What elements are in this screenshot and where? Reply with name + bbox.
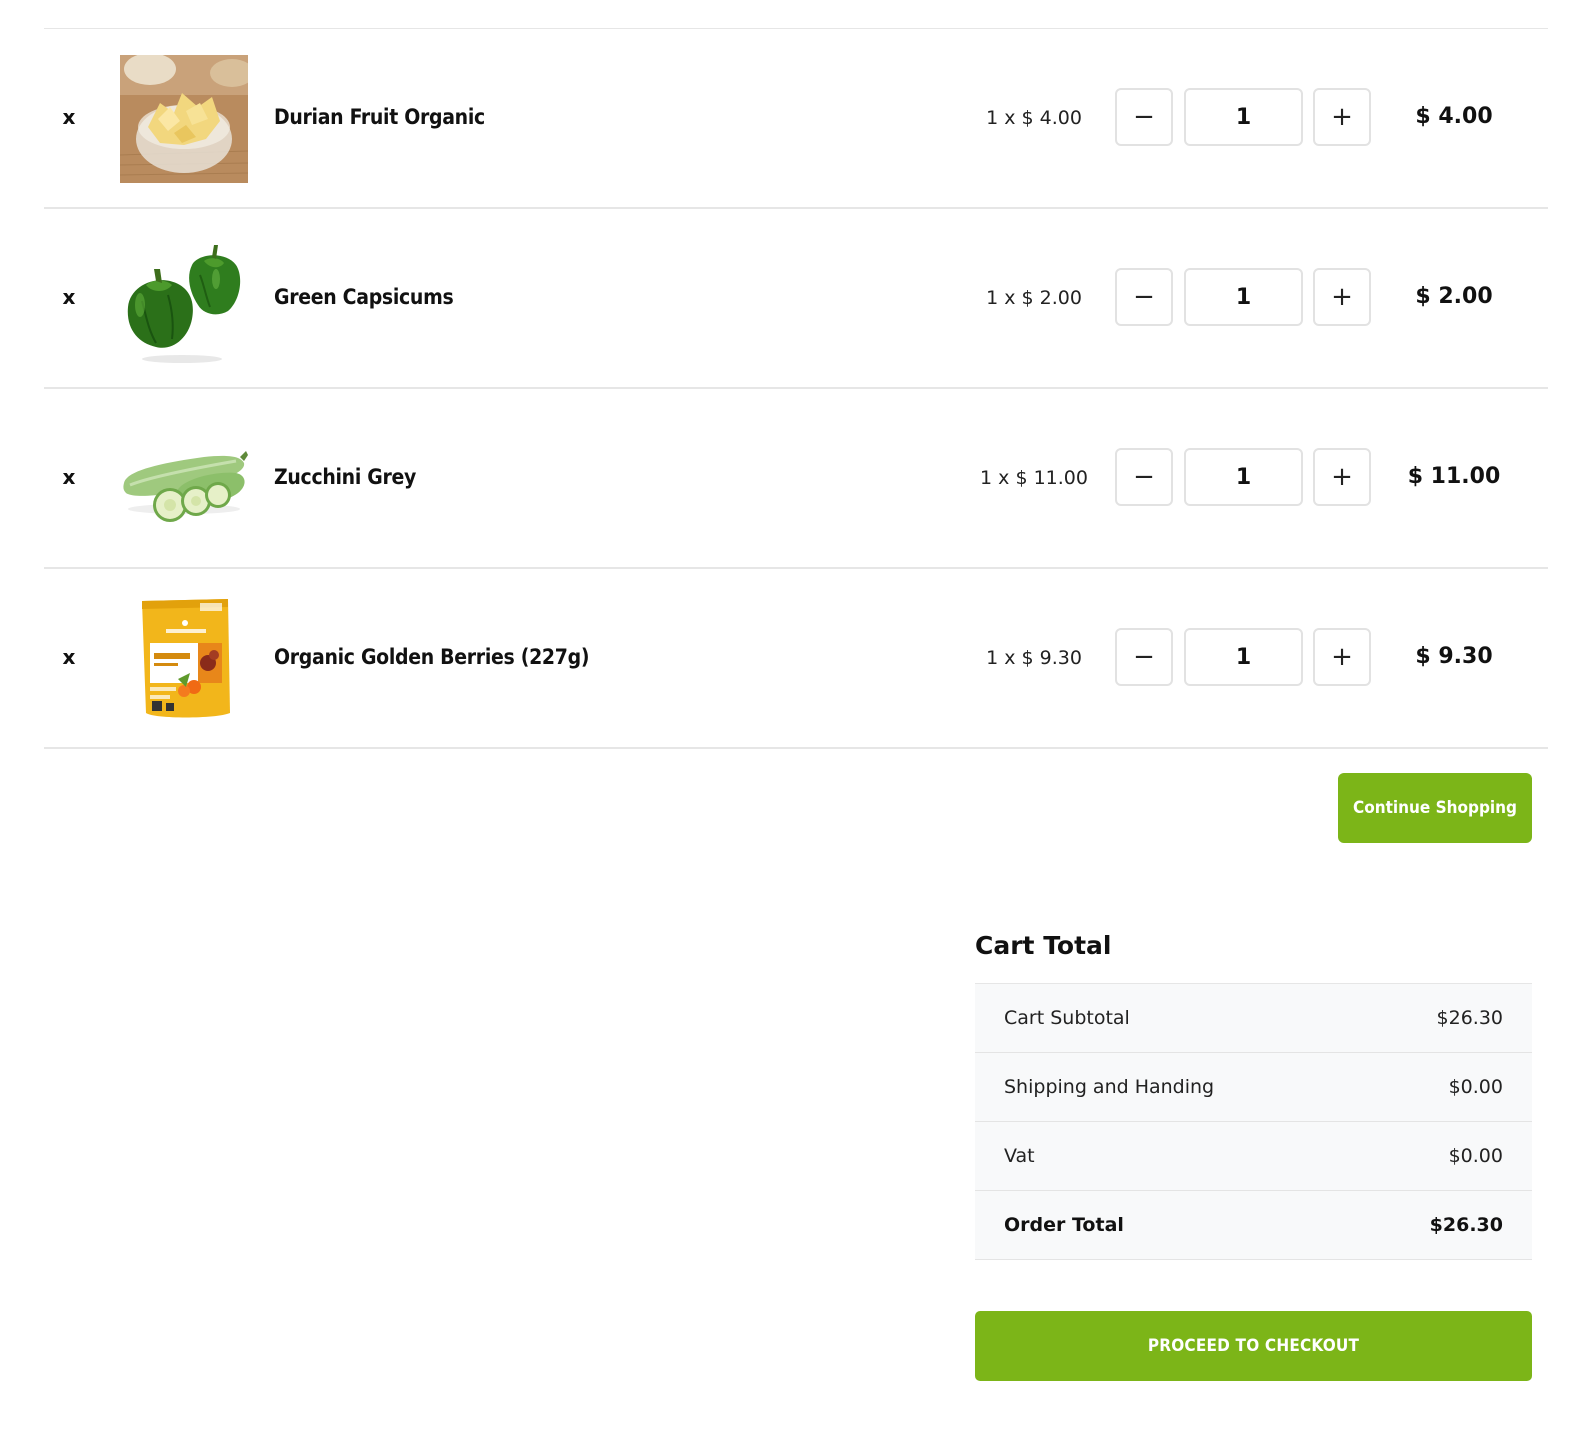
totals-label: Cart Subtotal <box>1004 1007 1130 1029</box>
product-image[interactable] <box>120 595 248 723</box>
cart-row: x Durian Fruit Organic 1 x $ 4.00 − 1 + … <box>44 29 1548 209</box>
totals-value: $26.30 <box>1429 1214 1503 1236</box>
quantity-input[interactable] <box>1184 448 1303 506</box>
line-total: $ 11.00 <box>1407 464 1501 489</box>
unit-price: 1 x $ 2.00 <box>986 287 1082 309</box>
decrease-quantity-button[interactable]: − <box>1115 88 1173 146</box>
remove-item-button[interactable]: x <box>58 643 80 671</box>
green-capsicums-image <box>120 235 248 363</box>
line-total: $ 4.00 <box>1415 104 1493 129</box>
remove-item-button[interactable]: x <box>58 103 80 131</box>
totals-value: $0.00 <box>1448 1076 1503 1098</box>
quantity-input[interactable] <box>1184 628 1303 686</box>
increase-quantity-button[interactable]: + <box>1313 268 1371 326</box>
order-total-row: Order Total $26.30 <box>975 1191 1532 1260</box>
cart-row: x Green Capsicums 1 x $ 2.00 − + $ <box>44 209 1548 389</box>
shipping-row: Shipping and Handing $0.00 <box>975 1053 1532 1122</box>
vat-row: Vat $0.00 <box>975 1122 1532 1191</box>
unit-price: 1 x $ 9.30 <box>986 647 1082 669</box>
cart-totals-table: Cart Subtotal $26.30 Shipping and Handin… <box>975 983 1532 1260</box>
product-image[interactable] <box>120 415 248 543</box>
product-image[interactable] <box>120 55 248 183</box>
unit-price: 1 x $ 4.00 <box>986 107 1082 129</box>
zucchini-image <box>120 415 248 543</box>
cart-table: x Durian Fruit Organic 1 x $ 4.00 − 1 + … <box>44 28 1548 749</box>
totals-label: Vat <box>1004 1145 1035 1167</box>
decrease-quantity-button[interactable]: − <box>1115 268 1173 326</box>
increase-quantity-button[interactable]: + <box>1313 88 1371 146</box>
remove-item-button[interactable]: x <box>58 283 80 311</box>
totals-label: Order Total <box>1004 1214 1124 1236</box>
durian-chips-bowl-image <box>120 55 248 183</box>
quantity-input[interactable] <box>1184 88 1303 146</box>
continue-shopping-button[interactable]: Continue Shopping <box>1338 773 1532 843</box>
product-name[interactable]: Green Capsicums <box>274 281 454 313</box>
cart-row: x Zucchini Grey 1 x $ 11.00 − 1 + $ 11.0… <box>44 389 1548 569</box>
cart-row: x Organic Golden Berries (227g) 1 x $ 9.… <box>44 569 1548 749</box>
remove-item-button[interactable]: x <box>58 463 80 491</box>
cart-total-title: Cart Total <box>975 931 1112 960</box>
product-image[interactable] <box>120 235 248 363</box>
golden-berries-package-image <box>120 595 248 723</box>
product-name[interactable]: Organic Golden Berries (227g) <box>274 641 589 673</box>
unit-price: 1 x $ 11.00 <box>980 467 1088 489</box>
totals-value: $0.00 <box>1448 1145 1503 1167</box>
product-name[interactable]: Durian Fruit Organic <box>274 101 485 133</box>
quantity-input[interactable] <box>1184 268 1303 326</box>
line-total: $ 9.30 <box>1415 644 1493 669</box>
increase-quantity-button[interactable]: + <box>1313 628 1371 686</box>
product-name[interactable]: Zucchini Grey <box>274 461 416 493</box>
decrease-quantity-button[interactable]: − <box>1115 628 1173 686</box>
decrease-quantity-button[interactable]: − <box>1115 448 1173 506</box>
line-total: $ 2.00 <box>1415 284 1493 309</box>
totals-label: Shipping and Handing <box>1004 1076 1215 1098</box>
subtotal-row: Cart Subtotal $26.30 <box>975 984 1532 1053</box>
increase-quantity-button[interactable]: + <box>1313 448 1371 506</box>
totals-value: $26.30 <box>1436 1007 1503 1029</box>
proceed-to-checkout-button[interactable]: PROCEED TO CHECKOUT <box>975 1311 1532 1381</box>
